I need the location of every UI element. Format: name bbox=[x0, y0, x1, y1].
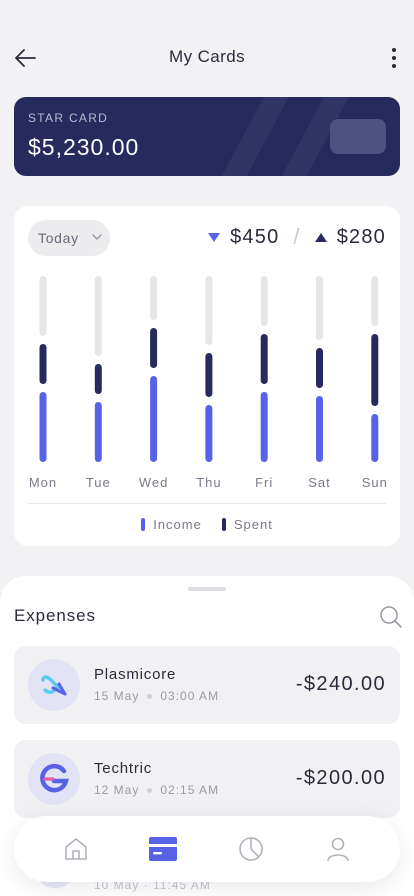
expense-time: 02:15 AM bbox=[160, 783, 220, 797]
more-vertical-icon bbox=[392, 48, 396, 52]
sheet-drag-handle[interactable] bbox=[188, 587, 226, 591]
legend-spent: Spent bbox=[221, 517, 273, 532]
expense-name: Techtric bbox=[94, 760, 153, 777]
x-tick-label: Sat bbox=[308, 475, 331, 490]
expense-time: 03:00 AM bbox=[160, 689, 220, 703]
bar-track-fri bbox=[260, 276, 268, 326]
legend-income-label: Income bbox=[153, 517, 202, 532]
x-tick-label: Tue bbox=[86, 475, 111, 490]
legend-income-swatch bbox=[141, 518, 146, 531]
bar-income-mon bbox=[39, 392, 47, 462]
expense-amount: -$240.00 bbox=[295, 673, 386, 695]
card-chip bbox=[330, 119, 386, 154]
card-decoration bbox=[217, 97, 293, 176]
plasmicore-logo-icon bbox=[28, 659, 80, 711]
bar-track-sat bbox=[316, 276, 323, 340]
expense-item[interactable]: Plasmicore 15 May 03:00 AM -$240.00 bbox=[14, 646, 400, 724]
nav-profile[interactable] bbox=[313, 824, 363, 874]
expense-amount: -$200.00 bbox=[295, 767, 386, 789]
expense-name: Plasmicore bbox=[94, 666, 177, 683]
x-tick-label: Wed bbox=[139, 475, 169, 490]
expenses-title: Expenses bbox=[14, 606, 96, 625]
bar-income-wed bbox=[150, 376, 158, 462]
bar-income-fri bbox=[260, 392, 268, 462]
stats-panel: Today $450 / $280 Mon Tue Wed Thu Fri Sat Sun … bbox=[14, 206, 400, 546]
card-icon bbox=[149, 837, 178, 861]
nav-home[interactable] bbox=[51, 824, 101, 874]
card-name: STAR CARD bbox=[28, 111, 109, 125]
bar-income-sat bbox=[316, 396, 323, 462]
bar-spent-wed bbox=[150, 328, 158, 368]
x-tick-label: Thu bbox=[196, 475, 221, 490]
bar-track-wed bbox=[150, 276, 158, 320]
home-icon bbox=[64, 838, 87, 860]
page-title: My Cards bbox=[169, 47, 245, 66]
bottom-nav bbox=[14, 816, 400, 882]
more-options-button[interactable] bbox=[380, 42, 408, 74]
search-icon bbox=[380, 606, 402, 628]
x-tick-label: Fri bbox=[255, 475, 273, 490]
star-card[interactable]: STAR CARD $5,230.00 bbox=[14, 97, 400, 176]
bar-track-mon bbox=[39, 276, 47, 336]
expense-datetime: 12 May 02:15 AM bbox=[94, 783, 219, 797]
weekly-bar-chart: Mon Tue Wed Thu Fri Sat Sun bbox=[29, 276, 388, 490]
expense-datetime: 15 May 03:00 AM bbox=[94, 689, 219, 703]
nav-cards[interactable] bbox=[138, 824, 188, 874]
x-tick-label: Sun bbox=[362, 475, 388, 490]
chart-legend: Income Spent bbox=[14, 517, 400, 532]
expense-date: 15 May bbox=[94, 689, 140, 703]
bar-track-thu bbox=[205, 276, 213, 345]
legend-spent-label: Spent bbox=[233, 517, 273, 532]
card-balance: $5,230.00 bbox=[28, 134, 140, 160]
bar-track-tue bbox=[94, 276, 102, 356]
bar-spent-fri bbox=[260, 334, 268, 384]
expense-item[interactable]: Techtric 12 May 02:15 AM -$200.00 bbox=[14, 740, 400, 818]
x-tick-label: Mon bbox=[29, 475, 57, 490]
bar-spent-mon bbox=[39, 344, 47, 384]
expense-date: 12 May bbox=[94, 783, 140, 797]
chart-divider bbox=[28, 503, 386, 504]
bar-spent-sat bbox=[316, 348, 323, 388]
techtric-logo-icon bbox=[28, 753, 80, 805]
bar-spent-sun bbox=[371, 334, 379, 406]
bar-spent-thu bbox=[205, 353, 213, 397]
user-icon bbox=[327, 837, 350, 862]
bar-income-tue bbox=[94, 402, 102, 462]
search-button[interactable] bbox=[378, 604, 404, 630]
bar-track-sun bbox=[371, 276, 379, 326]
legend-spent-swatch bbox=[221, 518, 226, 531]
nav-analytics[interactable] bbox=[226, 824, 276, 874]
legend-income: Income bbox=[141, 517, 202, 532]
bar-spent-tue bbox=[94, 364, 102, 394]
bar-income-thu bbox=[205, 405, 213, 462]
bar-income-sun bbox=[371, 414, 379, 462]
pie-chart-icon bbox=[238, 837, 263, 861]
